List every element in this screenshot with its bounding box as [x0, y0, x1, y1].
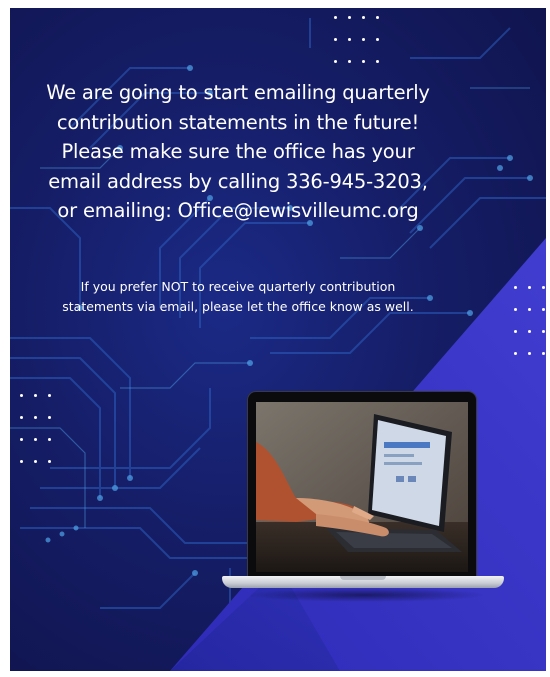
laptop-shadow [242, 588, 486, 602]
headline-line: or emailing: Office@lewisvilleumc.org [57, 199, 419, 222]
subtext-line: statements via email, please let the off… [62, 299, 414, 314]
headline-line: email address by calling 336-945-3203, [48, 169, 428, 193]
dot-grid-icon [20, 394, 52, 464]
headline: We are going to start emailing quarterly… [30, 78, 446, 226]
laptop-icon [222, 392, 504, 602]
subtext: If you prefer NOT to receive quarterly c… [28, 277, 448, 317]
headline-line: We are going to start emailing quarterly [46, 81, 430, 104]
headline-line: contribution statements in the future! [56, 110, 420, 134]
dot-grid-icon [514, 286, 546, 356]
subtext-line: If you prefer NOT to receive quarterly c… [80, 279, 396, 294]
headline-line: Please make sure the office has your [61, 140, 415, 163]
laptop-screen-photo [256, 402, 468, 572]
typing-hands-photo [256, 402, 468, 572]
laptop-screen-frame [248, 392, 476, 578]
laptop-notch [340, 576, 386, 580]
poster: We are going to start emailing quarterly… [10, 8, 546, 671]
dot-grid-icon [334, 16, 386, 68]
